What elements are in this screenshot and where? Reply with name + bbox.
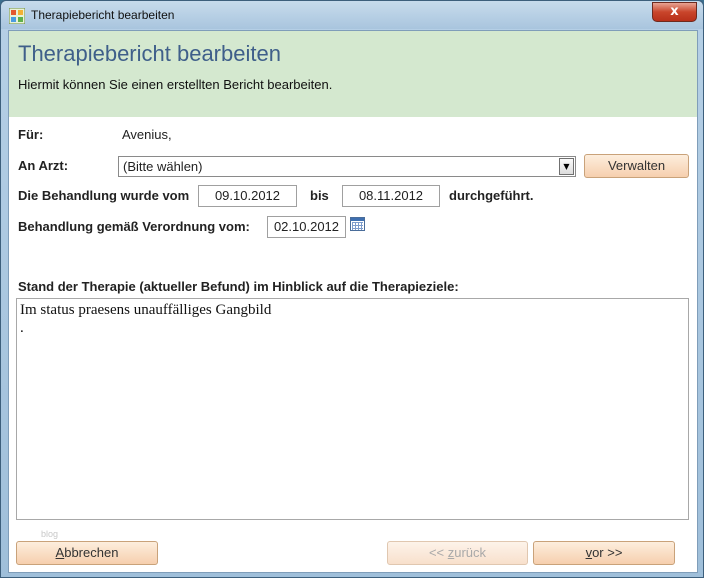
calendar-icon[interactable] — [350, 217, 365, 231]
header-panel: Therapiebericht bearbeiten Hiermit könne… — [9, 31, 697, 117]
calendar-icon-header — [351, 218, 364, 221]
window-title: Therapiebericht bearbeiten — [31, 8, 175, 22]
watermark-text: blog — [41, 529, 59, 539]
verordnung-label: Behandlung gemäß Verordnung vom: — [18, 219, 250, 234]
date-from-field[interactable]: 09.10.2012 — [198, 185, 297, 207]
arzt-dropdown[interactable]: (Bitte wählen) ▼ — [118, 156, 576, 177]
zurueck-label: urück — [454, 545, 487, 560]
calendar-icon-grid — [352, 222, 363, 230]
title-bar[interactable]: Therapiebericht bearbeiten x — [1, 1, 703, 29]
zurueck-button[interactable]: << zurück — [387, 541, 528, 565]
behandlung-label: Die Behandlung wurde vom — [18, 188, 190, 203]
zurueck-prefix: << — [428, 545, 448, 560]
stand-label: Stand der Therapie (aktueller Befund) im… — [18, 279, 459, 294]
vor-button[interactable]: vor >> — [533, 541, 675, 565]
durchgefuehrt-label: durchgeführt. — [449, 188, 534, 203]
verordnung-date-field[interactable]: 02.10.2012 — [267, 216, 346, 238]
app-icon — [9, 8, 25, 24]
vor-label: or >> — [592, 545, 623, 560]
date-to-field[interactable]: 08.11.2012 — [342, 185, 440, 207]
page-subtitle: Hiermit können Sie einen erstellten Beri… — [18, 77, 333, 92]
abbrechen-label: bbrechen — [64, 545, 119, 560]
befund-textarea[interactable]: Im status praesens unauffälliges Gangbil… — [16, 298, 689, 520]
close-button[interactable]: x — [652, 2, 697, 22]
page-title: Therapiebericht bearbeiten — [18, 41, 281, 66]
verwalten-button[interactable]: Verwalten — [584, 154, 689, 178]
arzt-dropdown-value: (Bitte wählen) — [123, 159, 203, 174]
abbrechen-button[interactable]: Abbrechen — [16, 541, 158, 565]
chevron-down-icon[interactable]: ▼ — [559, 158, 574, 175]
fuer-value: Avenius, — [122, 127, 172, 142]
arzt-label: An Arzt: — [18, 158, 69, 173]
dialog-content: Therapiebericht bearbeiten Hiermit könne… — [8, 30, 698, 573]
fuer-label: Für: — [18, 127, 44, 142]
bis-label: bis — [310, 188, 329, 203]
abbrechen-accesskey: A — [55, 545, 65, 560]
dialog-window: Therapiebericht bearbeiten x Therapieber… — [0, 0, 704, 578]
